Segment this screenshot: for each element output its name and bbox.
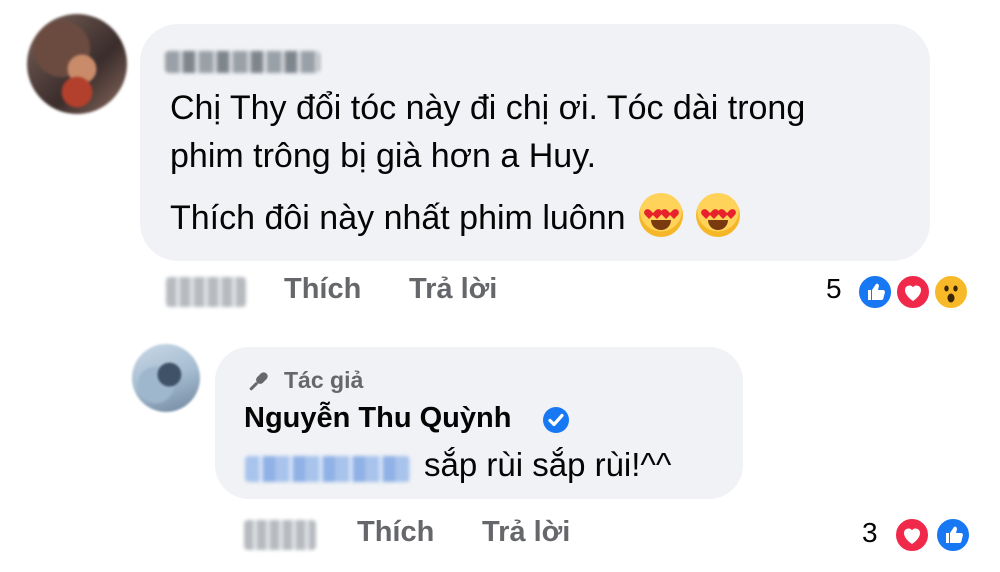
- comment-text-line-3-text: Thích đôi này nhất phim luônn: [170, 199, 626, 237]
- comment-reaction-count[interactable]: 5: [826, 273, 842, 305]
- heart-eyes-emoji-icon: [638, 193, 683, 237]
- comment-timestamp-blurred[interactable]: [166, 277, 246, 307]
- comment-reply-button[interactable]: Trả lời: [409, 273, 497, 306]
- love-reaction-icon[interactable]: [894, 273, 932, 311]
- like-reaction-icon[interactable]: [856, 273, 894, 311]
- reply-like-button[interactable]: Thích: [357, 516, 434, 549]
- heart-eyes-emoji-icon: [696, 193, 741, 237]
- like-reaction-icon[interactable]: [934, 516, 972, 554]
- comment-text-line-1: Chị Thy đổi tóc này đi chị ơi. Tóc dài t…: [170, 89, 806, 127]
- comment-text-line-2: phim trông bị già hơn a Huy.: [170, 137, 597, 175]
- reply-author-name[interactable]: Nguyễn Thu Quỳnh: [244, 402, 511, 435]
- reply-author-avatar[interactable]: [132, 344, 200, 412]
- reply-reaction-count[interactable]: 3: [862, 517, 878, 549]
- author-badge-label: Tác giả: [284, 367, 364, 393]
- reply-reply-button[interactable]: Trả lời: [482, 516, 570, 549]
- wow-reaction-icon[interactable]: [932, 273, 970, 311]
- reply-timestamp-blurred[interactable]: [244, 520, 316, 550]
- comment-like-button[interactable]: Thích: [284, 273, 361, 306]
- commenter-avatar[interactable]: [27, 14, 127, 114]
- tagged-user-blurred[interactable]: [245, 456, 410, 482]
- love-reaction-icon[interactable]: [893, 516, 931, 554]
- verified-badge-icon: [540, 404, 572, 436]
- commenter-name-blurred[interactable]: [165, 51, 320, 73]
- reply-text: sắp rùi sắp rùi!^^: [424, 446, 672, 483]
- microphone-icon: [245, 369, 271, 395]
- comment-text-line-3: Thích đôi này nhất phim luônn: [170, 193, 741, 242]
